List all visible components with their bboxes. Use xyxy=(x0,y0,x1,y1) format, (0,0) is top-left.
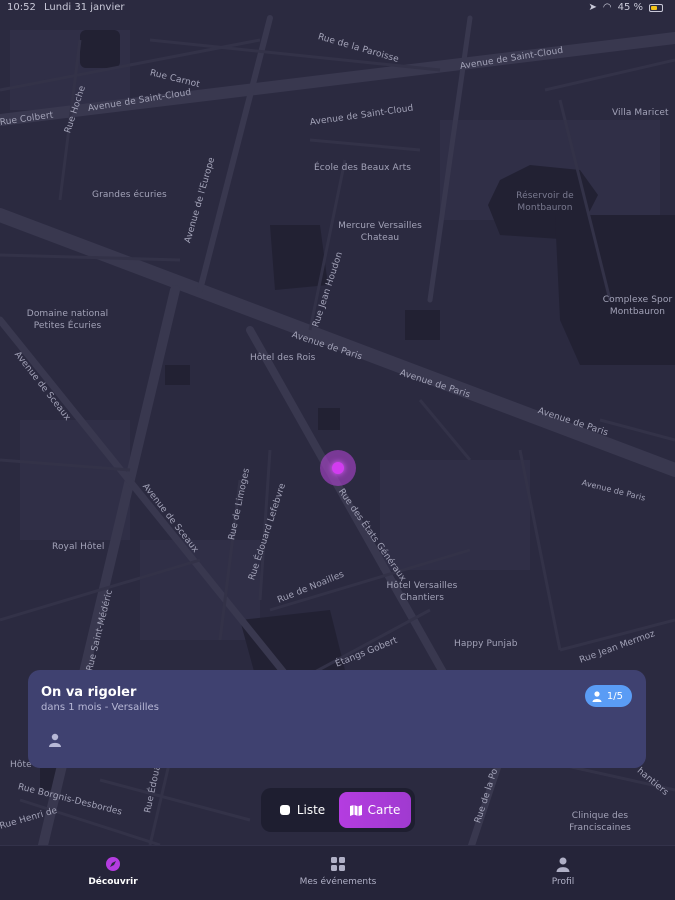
map-label: Complexe Spor Montbauron xyxy=(602,295,673,317)
event-map-pin[interactable] xyxy=(332,462,344,474)
bottom-navigation: Découvrir Mes événements Profil xyxy=(0,845,675,900)
map-label: Royal Hôtel xyxy=(52,542,105,552)
location-arrow-icon: ➤ xyxy=(588,2,597,13)
map-label: Villa Maricet xyxy=(612,108,669,118)
grid-icon xyxy=(330,856,346,872)
user-icon xyxy=(592,690,602,702)
map-label: École des Beaux Arts xyxy=(314,163,412,173)
nav-discover[interactable]: Découvrir xyxy=(43,856,183,887)
map-view-button[interactable]: Carte xyxy=(339,792,411,828)
map-icon xyxy=(349,804,362,816)
map-label: Hôtel Versailles Chantiers xyxy=(386,581,458,603)
map-label: Hôtel des Rois xyxy=(250,353,316,363)
map-label: Réservoir de Montbauron xyxy=(516,191,574,213)
status-time: 10:52 xyxy=(7,2,36,13)
user-icon xyxy=(555,856,571,872)
status-date: Lundi 31 janvier xyxy=(44,2,125,13)
battery-percent: 45 % xyxy=(617,2,643,13)
view-toggle: Liste Carte xyxy=(261,788,415,832)
list-view-button[interactable]: Liste xyxy=(265,792,339,828)
event-card[interactable]: On va rigoler dans 1 mois - Versailles 1… xyxy=(28,670,646,768)
map-label: Mercure Versailles Chateau xyxy=(338,221,422,243)
map-label: Clinique des Franciscaines xyxy=(569,811,631,833)
map-view-label: Carte xyxy=(367,803,401,817)
event-subtitle: dans 1 mois - Versailles xyxy=(41,702,159,713)
status-bar: 10:52 Lundi 31 janvier ➤ ◠ 45 % xyxy=(0,0,675,18)
map-label: Grandes écuries xyxy=(92,190,167,200)
nav-my-events[interactable]: Mes événements xyxy=(268,856,408,887)
nav-profile-label: Profil xyxy=(551,877,575,887)
event-title: On va rigoler xyxy=(41,685,137,700)
compass-icon xyxy=(105,856,121,872)
battery-icon xyxy=(649,3,663,12)
status-indicators: ➤ ◠ 45 % xyxy=(588,2,663,13)
wifi-icon: ◠ xyxy=(602,2,612,13)
list-view-label: Liste xyxy=(296,803,326,817)
participant-avatar-icon xyxy=(49,733,61,747)
map-label: Domaine national Petites Écuries xyxy=(26,309,109,331)
list-icon xyxy=(279,805,290,815)
participants-count: 1/5 xyxy=(606,690,623,702)
participants-badge: 1/5 xyxy=(584,685,632,707)
nav-discover-label: Découvrir xyxy=(88,877,138,887)
nav-profile[interactable]: Profil xyxy=(493,856,633,887)
nav-my-events-label: Mes événements xyxy=(299,877,377,887)
map-label: Happy Punjab xyxy=(454,639,518,649)
